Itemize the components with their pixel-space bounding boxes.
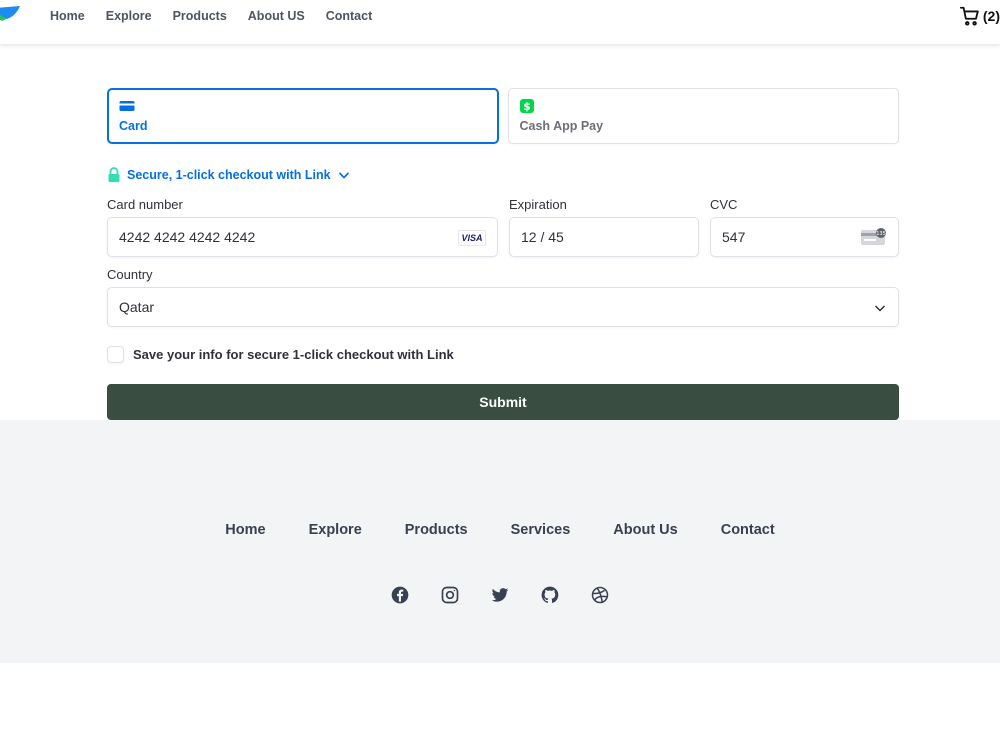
country-select[interactable]: Qatar (107, 287, 899, 327)
instagram-icon (441, 586, 459, 604)
card-number-field: Card number 4242 4242 4242 4242 VISA (107, 197, 498, 257)
github-icon (541, 586, 559, 603)
footer-nav-explore[interactable]: Explore (309, 522, 362, 538)
country-label: Country (107, 267, 153, 282)
cart-button[interactable]: (2) (959, 5, 1000, 27)
footer-nav-products[interactable]: Products (405, 522, 468, 538)
facebook-link[interactable] (390, 585, 410, 605)
footer-nav-home[interactable]: Home (225, 522, 265, 538)
visa-logo-icon: VISA (458, 230, 486, 246)
dribbble-link[interactable] (590, 585, 610, 605)
nav-about-us[interactable]: About US (248, 8, 305, 24)
credit-card-icon (119, 101, 135, 111)
brand-logo-icon[interactable] (0, 2, 22, 24)
footer-nav: Home Explore Products Services About Us … (0, 522, 1000, 538)
nav-products[interactable]: Products (173, 8, 227, 24)
lock-icon (108, 167, 120, 182)
svg-text:$: $ (523, 100, 531, 113)
github-link[interactable] (540, 585, 560, 605)
payment-form: Card $ Cash App Pay Secure, 1-click chec… (107, 88, 899, 363)
cvc-input[interactable]: 547 135 (710, 217, 899, 257)
expiration-label: Expiration (509, 197, 567, 212)
cvc-field: CVC 547 135 (710, 197, 899, 257)
cart-icon (959, 6, 979, 26)
cvc-label: CVC (710, 197, 738, 212)
instagram-link[interactable] (440, 585, 460, 605)
footer-nav-services[interactable]: Services (511, 522, 571, 538)
tab-cash-app-label: Cash App Pay (519, 119, 604, 133)
footer-nav-contact[interactable]: Contact (721, 522, 775, 538)
chevron-down-icon (874, 305, 886, 312)
nav-contact[interactable]: Contact (326, 8, 373, 24)
link-checkout-text: Secure, 1-click checkout with Link (127, 168, 331, 182)
cash-app-icon: $ (519, 99, 534, 113)
top-header: Home Explore Products About US Contact (… (0, 0, 1000, 44)
tab-card-label: Card (119, 119, 148, 133)
nav-explore[interactable]: Explore (106, 8, 152, 24)
country-value: Qatar (119, 299, 155, 315)
facebook-icon (391, 586, 409, 604)
cvc-badge-text: 135 (876, 231, 886, 237)
submit-button[interactable]: Submit (107, 384, 899, 420)
tab-card[interactable]: Card (107, 88, 499, 144)
footer-nav-about-us[interactable]: About Us (613, 522, 677, 538)
social-links (0, 585, 1000, 605)
card-details-row: Card number 4242 4242 4242 4242 VISA Exp… (107, 197, 899, 257)
save-info-label: Save your info for secure 1-click checko… (133, 346, 454, 362)
save-info-checkbox[interactable] (107, 345, 124, 363)
save-info-row: Save your info for secure 1-click checko… (107, 345, 899, 363)
card-number-input[interactable]: 4242 4242 4242 4242 VISA (107, 217, 498, 257)
cart-count: (2) (982, 8, 1000, 24)
expiration-value: 12 / 45 (521, 229, 564, 245)
payment-method-tabs: Card $ Cash App Pay (107, 88, 899, 144)
card-number-value: 4242 4242 4242 4242 (119, 229, 256, 245)
cvc-card-icon: 135 (861, 228, 886, 245)
expiration-field: Expiration 12 / 45 (509, 197, 699, 257)
expiration-input[interactable]: 12 / 45 (509, 217, 699, 257)
twitter-link[interactable] (490, 585, 510, 605)
tab-cash-app-pay[interactable]: $ Cash App Pay (507, 88, 899, 144)
twitter-icon (491, 588, 509, 602)
card-number-label: Card number (107, 197, 183, 212)
chevron-down-icon (338, 172, 349, 179)
top-nav: Home Explore Products About US Contact (50, 8, 393, 24)
nav-home[interactable]: Home (50, 8, 85, 24)
country-field: Country Qatar (107, 267, 899, 327)
link-checkout-toggle[interactable]: Secure, 1-click checkout with Link (107, 167, 899, 183)
footer: Home Explore Products Services About Us … (0, 420, 1000, 663)
dribbble-icon (591, 586, 609, 604)
cvc-value: 547 (722, 229, 746, 245)
